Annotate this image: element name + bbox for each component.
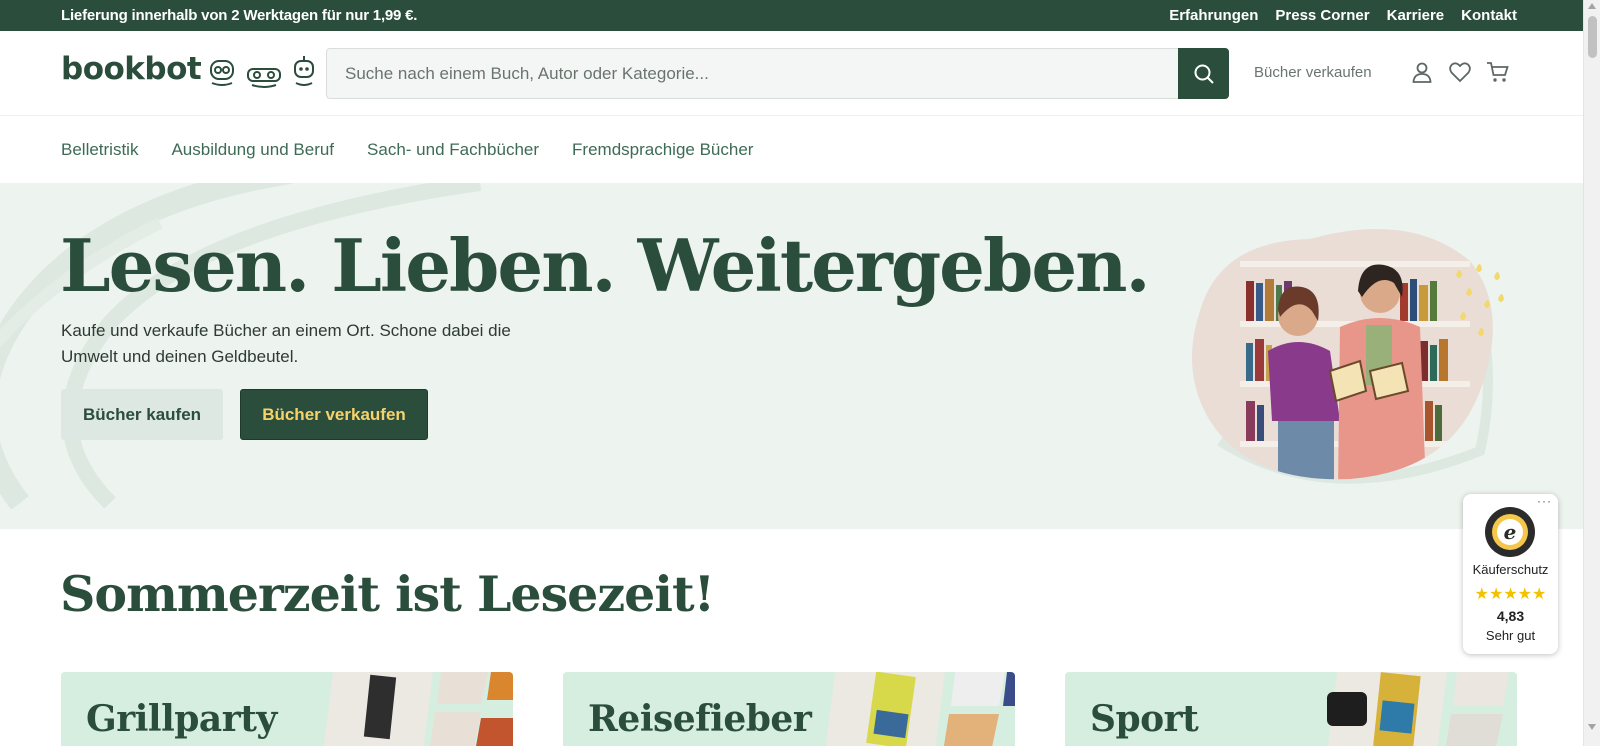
svg-text:e: e (1504, 520, 1517, 544)
card-image (1327, 672, 1509, 746)
link-karriere[interactable]: Karriere (1387, 7, 1445, 24)
sell-books-link[interactable]: Bücher verkaufen (1254, 64, 1372, 81)
top-links: Erfahrungen Press Corner Karriere Kontak… (1169, 7, 1517, 24)
category-cards: Grillparty Reisefieber Sport (61, 672, 1517, 746)
scrollbar-thumb[interactable] (1588, 16, 1597, 58)
nav-ausbildung-beruf[interactable]: Ausbildung und Beruf (171, 140, 334, 160)
cart-icon[interactable] (1486, 60, 1510, 84)
trusted-shops-seal-icon: e (1485, 507, 1535, 557)
hero-banner: Lesen. Lieben. Weitergeben. Kaufe und ve… (0, 183, 1583, 529)
logo[interactable]: bookbot (61, 51, 202, 87)
robot-car-icon (247, 68, 281, 88)
hero-photo (1192, 228, 1504, 484)
category-nav: Belletristik Ausbildung und Beruf Sach- … (0, 116, 1583, 183)
nav-belletristik[interactable]: Belletristik (61, 140, 138, 160)
badge-menu-icon[interactable]: ··· (1537, 494, 1552, 508)
link-erfahrungen[interactable]: Erfahrungen (1169, 7, 1258, 24)
top-bar: Lieferung innerhalb von 2 Werktagen für … (0, 0, 1583, 31)
search-button[interactable] (1178, 48, 1229, 99)
card-image (323, 672, 513, 746)
user-icon[interactable] (1410, 60, 1434, 84)
nav-sachbuecher[interactable]: Sach- und Fachbücher (367, 140, 539, 160)
buyer-protection-label: Käuferschutz (1472, 562, 1549, 577)
card-label: Sport (1090, 698, 1199, 740)
buy-books-button[interactable]: Bücher kaufen (61, 389, 223, 440)
sell-books-button[interactable]: Bücher verkaufen (240, 389, 428, 440)
robot-tall-icon (294, 56, 314, 86)
search-input[interactable]: Suche nach einem Buch, Autor oder Katego… (345, 64, 709, 84)
header-icons (1410, 60, 1510, 84)
scroll-up-icon[interactable] (1588, 3, 1596, 9)
scroll-down-icon[interactable] (1588, 724, 1596, 730)
search-icon (1194, 64, 1214, 84)
search-bar: Suche nach einem Buch, Autor oder Katego… (326, 48, 1229, 99)
link-kontakt[interactable]: Kontakt (1461, 7, 1517, 24)
header: bookbot Suche nach einem Buch, Autor ode… (0, 31, 1583, 116)
card-sport[interactable]: Sport (1065, 672, 1517, 746)
page-scrollbar[interactable] (1583, 0, 1600, 746)
card-reisefieber[interactable]: Reisefieber (563, 672, 1015, 746)
rating-text: Sehr gut (1485, 628, 1536, 643)
card-image (825, 672, 1015, 746)
page: Lieferung innerhalb von 2 Werktagen für … (0, 0, 1583, 746)
link-press-corner[interactable]: Press Corner (1275, 7, 1369, 24)
hero-title: Lesen. Lieben. Weitergeben. (60, 223, 1151, 308)
heart-icon[interactable] (1448, 60, 1472, 84)
nav-fremdsprachige[interactable]: Fremdsprachige Bücher (572, 140, 753, 160)
card-grillparty[interactable]: Grillparty (61, 672, 513, 746)
hero-subtitle: Kaufe und verkaufe Bücher an einem Ort. … (61, 321, 511, 366)
trusted-shops-badge[interactable]: ··· e Käuferschutz ★★★★★ 4,83 Sehr gut (1463, 494, 1558, 654)
card-label: Reisefieber (588, 698, 812, 740)
rating-stars: ★★★★★ (1474, 586, 1547, 603)
robot-face-icon (210, 60, 234, 86)
rating-score: 4,83 (1496, 608, 1525, 624)
section-title: Sommerzeit ist Lesezeit! (60, 565, 715, 623)
card-label: Grillparty (86, 698, 277, 740)
shipping-promo: Lieferung innerhalb von 2 Werktagen für … (61, 7, 418, 24)
robot-mascots (208, 55, 316, 89)
